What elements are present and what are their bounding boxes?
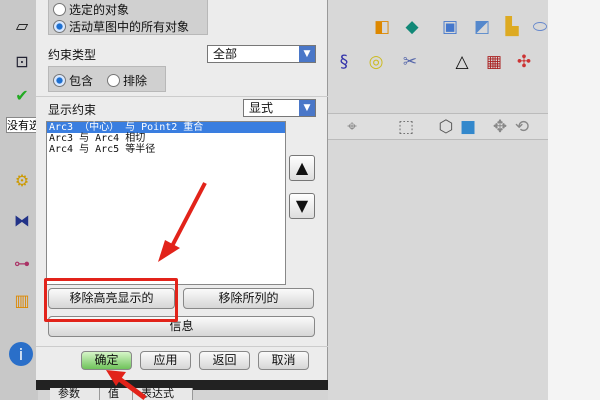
annotation-arrows bbox=[106, 182, 207, 400]
arrow-head bbox=[158, 240, 180, 262]
arrow-line bbox=[168, 182, 207, 251]
arrow-line bbox=[116, 375, 147, 400]
